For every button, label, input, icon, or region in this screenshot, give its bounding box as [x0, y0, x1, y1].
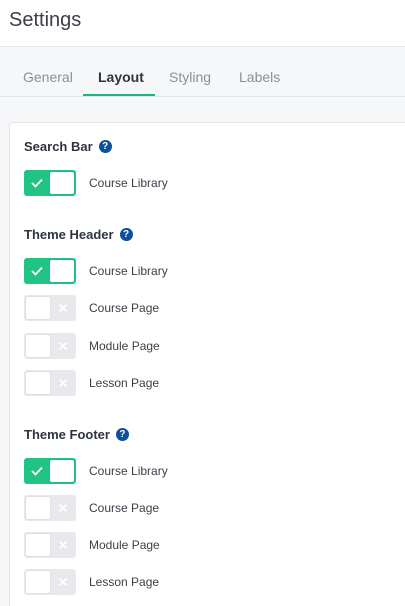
toggle-knob — [26, 534, 50, 556]
question-circle-icon[interactable]: ? — [98, 140, 112, 153]
toggle-label: Course Page — [89, 501, 160, 515]
toggle-switch-off[interactable] — [24, 295, 76, 321]
x-icon — [50, 532, 76, 558]
toggle-row-theme-header-lesson-page: Lesson Page — [24, 370, 159, 396]
toggle-label: Course Library — [89, 464, 168, 478]
layout-settings-card: Search Bar ? Course Library Theme Header… — [9, 122, 405, 606]
x-icon — [50, 295, 76, 321]
toggle-switch-off[interactable] — [24, 495, 76, 521]
toggle-row-theme-footer-course-page: Course Page — [24, 495, 159, 521]
check-icon — [24, 258, 50, 284]
toggle-row-search-bar-course-library: Course Library — [24, 170, 168, 196]
x-icon — [50, 370, 76, 396]
tab-styling[interactable]: Styling — [169, 69, 211, 85]
toggle-label: Course Library — [89, 264, 168, 278]
toggle-switch-off[interactable] — [24, 333, 76, 359]
tab-divider — [0, 96, 405, 97]
x-icon — [50, 333, 76, 359]
toggle-knob — [26, 372, 50, 394]
toggle-label: Module Page — [89, 538, 160, 552]
x-icon — [50, 495, 76, 521]
settings-header: Settings — [0, 0, 405, 47]
question-circle-icon[interactable]: ? — [115, 428, 129, 441]
toggle-switch-on[interactable] — [24, 170, 76, 196]
toggle-switch-off[interactable] — [24, 532, 76, 558]
check-icon — [24, 458, 50, 484]
tab-labels[interactable]: Labels — [239, 69, 280, 85]
section-title-text: Theme Header — [24, 227, 114, 242]
tab-bar: General Layout Styling Labels — [0, 47, 405, 97]
tab-layout[interactable]: Layout — [98, 69, 144, 85]
section-title-search-bar: Search Bar ? — [24, 139, 112, 154]
section-title-theme-footer: Theme Footer ? — [24, 427, 129, 442]
toggle-switch-on[interactable] — [24, 258, 76, 284]
toggle-switch-off[interactable] — [24, 569, 76, 595]
x-icon — [50, 569, 76, 595]
toggle-label: Course Library — [89, 176, 168, 190]
toggle-knob — [26, 497, 50, 519]
toggle-row-theme-footer-course-library: Course Library — [24, 458, 168, 484]
toggle-knob — [26, 571, 50, 593]
toggle-switch-off[interactable] — [24, 370, 76, 396]
check-icon — [24, 170, 50, 196]
toggle-label: Course Page — [89, 301, 160, 315]
toggle-row-theme-header-course-page: Course Page — [24, 295, 159, 321]
section-title-text: Search Bar — [24, 139, 93, 154]
toggle-knob — [50, 172, 74, 194]
section-title-text: Theme Footer — [24, 427, 110, 442]
toggle-label: Module Page — [89, 339, 160, 353]
toggle-knob — [26, 297, 50, 319]
section-title-theme-header: Theme Header ? — [24, 227, 133, 242]
page-title: Settings — [9, 9, 82, 31]
toggle-knob — [50, 460, 74, 482]
toggle-row-theme-footer-lesson-page: Lesson Page — [24, 569, 159, 595]
question-circle-icon[interactable]: ? — [119, 228, 133, 241]
tab-general[interactable]: General — [23, 69, 73, 85]
toggle-row-theme-footer-module-page: Module Page — [24, 532, 160, 558]
toggle-row-theme-header-module-page: Module Page — [24, 333, 160, 359]
toggle-row-theme-header-course-library: Course Library — [24, 258, 168, 284]
toggle-label: Lesson Page — [89, 376, 160, 390]
toggle-label: Lesson Page — [89, 575, 160, 589]
toggle-switch-on[interactable] — [24, 458, 76, 484]
toggle-knob — [26, 335, 50, 357]
toggle-knob — [50, 260, 74, 282]
